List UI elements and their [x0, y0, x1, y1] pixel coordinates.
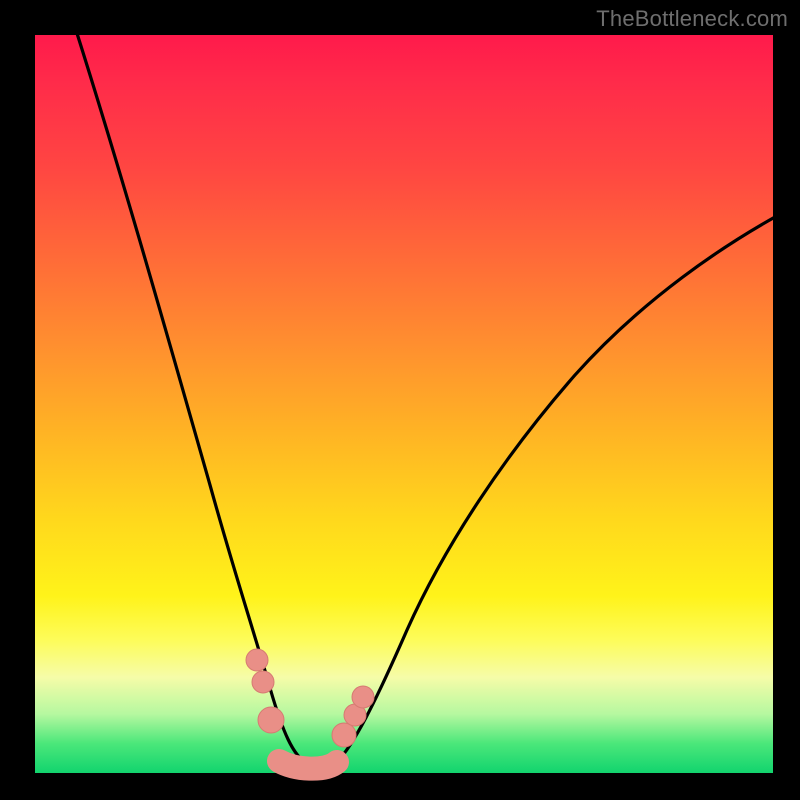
bottleneck-curve — [35, 35, 773, 773]
curve-left-path — [75, 27, 307, 764]
marker-dot — [352, 686, 374, 708]
watermark-text: TheBottleneck.com — [596, 6, 788, 32]
valley-floor — [279, 761, 337, 769]
chart-frame: TheBottleneck.com — [0, 0, 800, 800]
marker-dot — [246, 649, 268, 671]
markers — [246, 649, 374, 747]
marker-dot — [258, 707, 284, 733]
marker-dot — [332, 723, 356, 747]
curve-right-path — [335, 217, 775, 764]
marker-dot — [252, 671, 274, 693]
